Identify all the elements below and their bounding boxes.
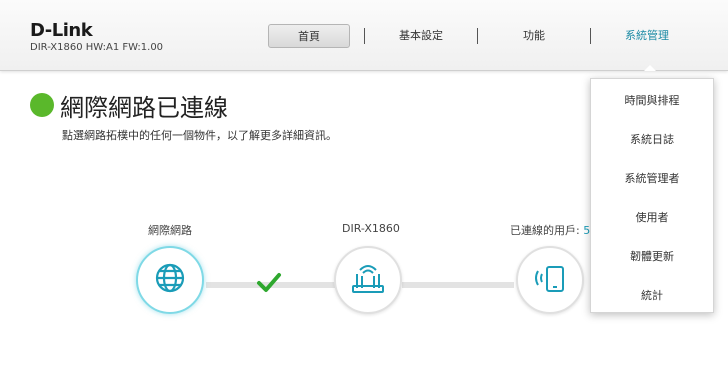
menu-item-firmware-update[interactable]: 韌體更新 (591, 248, 713, 264)
tab-management[interactable]: 系統管理 (606, 24, 688, 48)
router-node[interactable] (334, 246, 402, 314)
menu-item-admin[interactable]: 系統管理者 (591, 170, 713, 186)
tab-basic-settings[interactable]: 基本設定 (380, 24, 462, 48)
internet-label: 網際網路 (148, 224, 192, 237)
menu-item-user[interactable]: 使用者 (591, 209, 713, 225)
dropdown-caret-icon (644, 65, 656, 71)
globe-icon (153, 261, 187, 299)
internet-node[interactable] (136, 246, 204, 314)
page-subtitle: 點選網路拓樸中的任何一個物件，以了解更多詳細資訊。 (62, 129, 337, 142)
connected-check-icon (256, 270, 282, 300)
connection-status-dot (30, 93, 54, 117)
model-info: DIR-X1860 HW:A1 FW:1.00 (30, 42, 164, 53)
clients-label-text: 已連線的用戶: (510, 224, 580, 237)
management-dropdown-menu: 時間與排程 系統日誌 系統管理者 使用者 韌體更新 統計 (590, 78, 714, 313)
clients-label: 已連線的用戶: 5 (510, 222, 590, 238)
router-icon (348, 260, 388, 300)
router-clients-link (402, 282, 514, 288)
page-title: 網際網路已連線 (60, 94, 228, 122)
nav-divider (477, 28, 478, 44)
nav-divider (590, 28, 591, 44)
nav-divider (364, 28, 365, 44)
router-label: DIR-X1860 (342, 222, 400, 235)
header-bar: D-Link DIR-X1860 HW:A1 FW:1.00 首頁 基本設定 功… (0, 0, 728, 71)
mobile-device-icon (532, 261, 568, 299)
tab-features[interactable]: 功能 (493, 24, 575, 48)
menu-item-statistics[interactable]: 統計 (591, 287, 713, 303)
tab-home[interactable]: 首頁 (268, 24, 350, 48)
menu-item-time-schedule[interactable]: 時間與排程 (591, 92, 713, 108)
d-link-logo: D-Link (30, 20, 93, 41)
clients-node[interactable] (516, 246, 584, 314)
menu-item-system-log[interactable]: 系統日誌 (591, 131, 713, 147)
